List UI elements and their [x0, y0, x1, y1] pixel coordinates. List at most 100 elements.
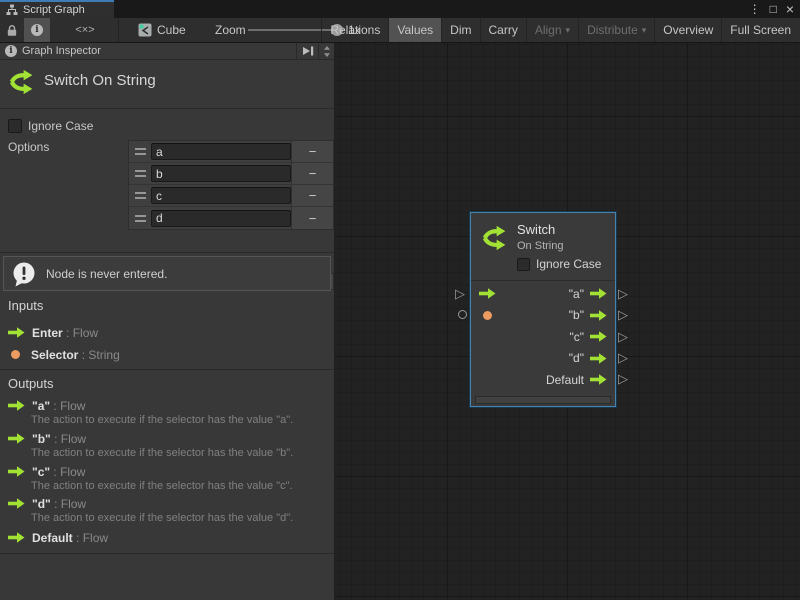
drag-handle-icon[interactable]	[129, 170, 151, 177]
graph-canvas[interactable]: ▷ ▷ ▷ ▷ ▷ ▷ Switch On String Ignore Case	[335, 43, 800, 600]
node-header[interactable]: Switch On String Ignore Case	[471, 213, 615, 281]
enter-port-icon[interactable]	[479, 288, 496, 299]
output-name: "d"	[32, 497, 51, 511]
graph-reference-breadcrumb[interactable]: Cube	[138, 18, 186, 42]
option-row: −	[129, 185, 333, 207]
close-icon[interactable]: ×	[786, 1, 794, 17]
option-value-input[interactable]	[151, 165, 291, 182]
output-description: The action to execute if the selector ha…	[31, 512, 293, 524]
fullscreen-button[interactable]: Full Screen	[721, 18, 799, 42]
port-row: "b"	[471, 305, 615, 327]
flow-arrow-icon	[8, 433, 25, 444]
output-type: Flow	[61, 497, 86, 511]
graph-inspector-panel: i Graph Inspector Switch On String Ignor…	[0, 43, 335, 600]
code-preview-button[interactable]: <×>	[60, 18, 110, 42]
separator: :	[82, 348, 85, 362]
align-label: Align	[535, 23, 562, 37]
dock-panel-button[interactable]	[296, 43, 318, 60]
kebab-menu-icon[interactable]: ⋮	[749, 1, 761, 17]
output-c-connector-icon[interactable]: ▷	[618, 330, 628, 343]
inspector-toggle-button[interactable]: i	[24, 18, 50, 42]
output-description: The action to execute if the selector ha…	[31, 447, 293, 459]
align-dropdown[interactable]: Align ▾	[526, 18, 578, 42]
option-value-input[interactable]	[151, 187, 291, 204]
input-name: Enter	[32, 326, 63, 340]
port-label-default: Default	[546, 373, 584, 387]
node-ignore-case-label: Ignore Case	[536, 257, 601, 271]
separator: :	[54, 497, 57, 511]
graph-hierarchy-icon	[6, 4, 18, 16]
option-row: −	[129, 207, 333, 229]
options-label: Options	[8, 140, 49, 154]
inspector-header-title: Graph Inspector	[22, 45, 291, 57]
output-description: The action to execute if the selector ha…	[31, 414, 293, 426]
output-type: Flow	[83, 531, 108, 545]
node-ports: "a" "b" "c"	[471, 283, 615, 391]
remove-option-button[interactable]: −	[291, 207, 333, 229]
node-footer-bar	[475, 396, 611, 404]
port-label-d: "d"	[569, 351, 584, 365]
drag-handle-icon[interactable]	[129, 215, 151, 222]
lock-button[interactable]	[2, 18, 22, 42]
selector-port-icon[interactable]	[479, 311, 496, 320]
options-list: − − − −	[128, 140, 334, 230]
flow-arrow-icon[interactable]	[590, 374, 607, 385]
maximize-icon[interactable]: □	[770, 1, 777, 17]
outputs-section-header: Outputs	[8, 376, 54, 391]
ignore-case-checkbox[interactable]	[8, 119, 22, 133]
selector-port-connector-icon[interactable]	[458, 310, 467, 319]
output-b-connector-icon[interactable]: ▷	[618, 308, 628, 321]
switch-on-string-node[interactable]: Switch On String Ignore Case "a"	[470, 212, 616, 407]
flow-arrow-icon[interactable]	[590, 353, 607, 364]
values-toggle[interactable]: Values	[388, 18, 441, 42]
tab-label: Script Graph	[23, 4, 85, 16]
lock-icon	[6, 24, 18, 37]
separator: :	[66, 326, 69, 340]
input-name: Selector	[31, 348, 78, 362]
code-icon: <×>	[75, 24, 94, 36]
overview-button[interactable]: Overview	[654, 18, 721, 42]
option-value-input[interactable]	[151, 143, 291, 160]
node-ignore-case-checkbox[interactable]	[517, 258, 530, 271]
remove-option-button[interactable]: −	[291, 141, 333, 162]
separator: :	[53, 399, 56, 413]
drag-handle-icon[interactable]	[129, 148, 151, 155]
distribute-label: Distribute	[587, 23, 638, 37]
node-subtitle: On String	[517, 240, 563, 252]
switch-icon	[8, 67, 38, 97]
flow-arrow-icon	[8, 532, 25, 543]
flow-arrow-icon	[8, 466, 25, 477]
port-row: "d"	[471, 348, 615, 370]
output-a-connector-icon[interactable]: ▷	[618, 287, 628, 300]
input-type: String	[88, 348, 119, 362]
info-icon: i	[5, 45, 17, 57]
output-name: "b"	[32, 432, 51, 446]
separator: :	[53, 465, 56, 479]
output-type: Flow	[61, 432, 86, 446]
option-row: −	[129, 163, 333, 185]
warning-message: Node is never entered.	[46, 267, 167, 281]
tab-script-graph[interactable]: Script Graph	[0, 0, 114, 18]
carry-toggle[interactable]: Carry	[480, 18, 526, 42]
distribute-dropdown[interactable]: Distribute ▾	[578, 18, 654, 42]
flow-arrow-icon[interactable]	[590, 288, 607, 299]
warning-box: Node is never entered.	[3, 256, 331, 291]
flow-arrow-icon	[8, 327, 25, 338]
input-type: Flow	[73, 326, 98, 340]
flow-arrow-icon[interactable]	[590, 331, 607, 342]
inspector-header: i Graph Inspector	[0, 43, 334, 60]
drag-handle-icon[interactable]	[129, 192, 151, 199]
switch-icon	[481, 223, 511, 253]
info-icon: i	[31, 24, 43, 36]
remove-option-button[interactable]: −	[291, 163, 333, 184]
flow-arrow-icon[interactable]	[590, 310, 607, 321]
panel-width-stepper[interactable]	[318, 43, 334, 60]
remove-option-button[interactable]: −	[291, 185, 333, 206]
relations-toggle[interactable]: Relations	[321, 18, 388, 42]
output-d-connector-icon[interactable]: ▷	[618, 351, 628, 364]
output-default-connector-icon[interactable]: ▷	[618, 372, 628, 385]
enter-port-connector-icon[interactable]: ▷	[455, 287, 465, 300]
dim-toggle[interactable]: Dim	[441, 18, 479, 42]
output-type: Flow	[60, 399, 85, 413]
option-value-input[interactable]	[151, 210, 291, 227]
